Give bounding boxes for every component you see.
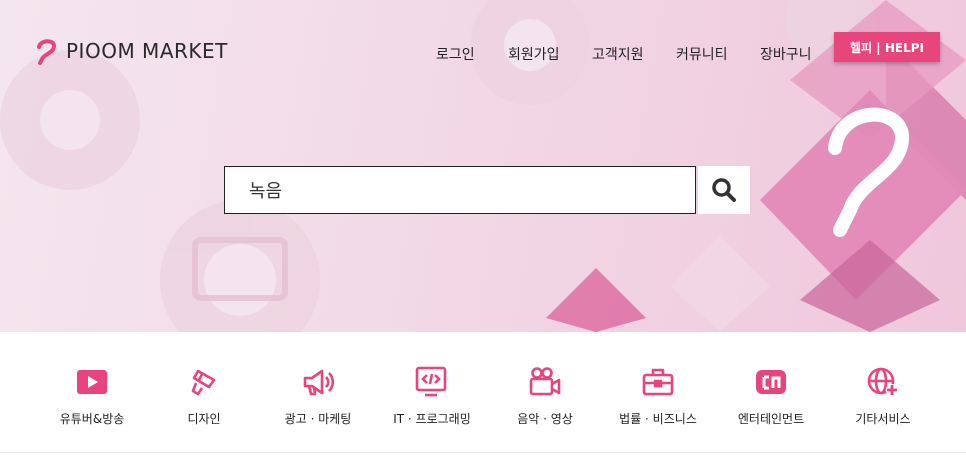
hero-banner: PIOOM MARKET 로그인 회원가입 고객지원 커뮤니티 장바구니 헬피 … [0,0,966,332]
top-nav: 로그인 회원가입 고객지원 커뮤니티 장바구니 [0,44,966,64]
category-other[interactable]: 기타서비스 [823,364,943,427]
nav-login[interactable]: 로그인 [436,44,475,64]
megaphone-icon [300,364,336,400]
helpi-button[interactable]: 헬피 | HELPI [834,32,940,62]
briefcase-icon [640,364,676,400]
divider [0,452,966,453]
paintbrush-icon [186,364,222,400]
category-music-video[interactable]: 음악 · 영상 [485,364,605,427]
category-legal-business[interactable]: 법률 · 비즈니스 [598,364,718,427]
category-label: 기타서비스 [855,412,911,426]
category-youtube[interactable]: 유튜버&방송 [32,364,152,427]
category-design[interactable]: 디자인 [144,364,264,427]
search-icon [712,178,736,202]
search-box [224,166,696,214]
nav-cart[interactable]: 장바구니 [760,44,812,64]
search-button[interactable] [698,166,750,214]
category-label: 유튜버&방송 [59,412,125,426]
category-label: 광고 · 마케팅 [284,412,352,426]
category-marketing[interactable]: 광고 · 마케팅 [258,364,378,427]
category-entertainment[interactable]: 엔터테인먼트 [711,364,831,427]
globe-plus-icon [865,364,901,400]
code-monitor-icon [414,364,450,400]
entertainment-icon [753,364,789,400]
category-label: 엔터테인먼트 [737,412,805,426]
category-label: 디자인 [187,412,221,426]
nav-community[interactable]: 커뮤니티 [676,44,728,64]
youtube-play-icon [74,364,110,400]
nav-signup[interactable]: 회원가입 [508,44,560,64]
category-it[interactable]: IT · 프로그래밍 [372,364,492,427]
category-label: 음악 · 영상 [517,412,573,426]
category-label: IT · 프로그래밍 [393,412,471,426]
category-bar: 유튜버&방송 디자인 광고 · 마케팅 IT · 프로그래밍 음악 · 영상 법… [0,332,966,460]
video-camera-icon [527,364,563,400]
category-label: 법률 · 비즈니스 [619,412,697,426]
search-input[interactable] [247,178,671,202]
nav-support[interactable]: 고객지원 [592,44,644,64]
